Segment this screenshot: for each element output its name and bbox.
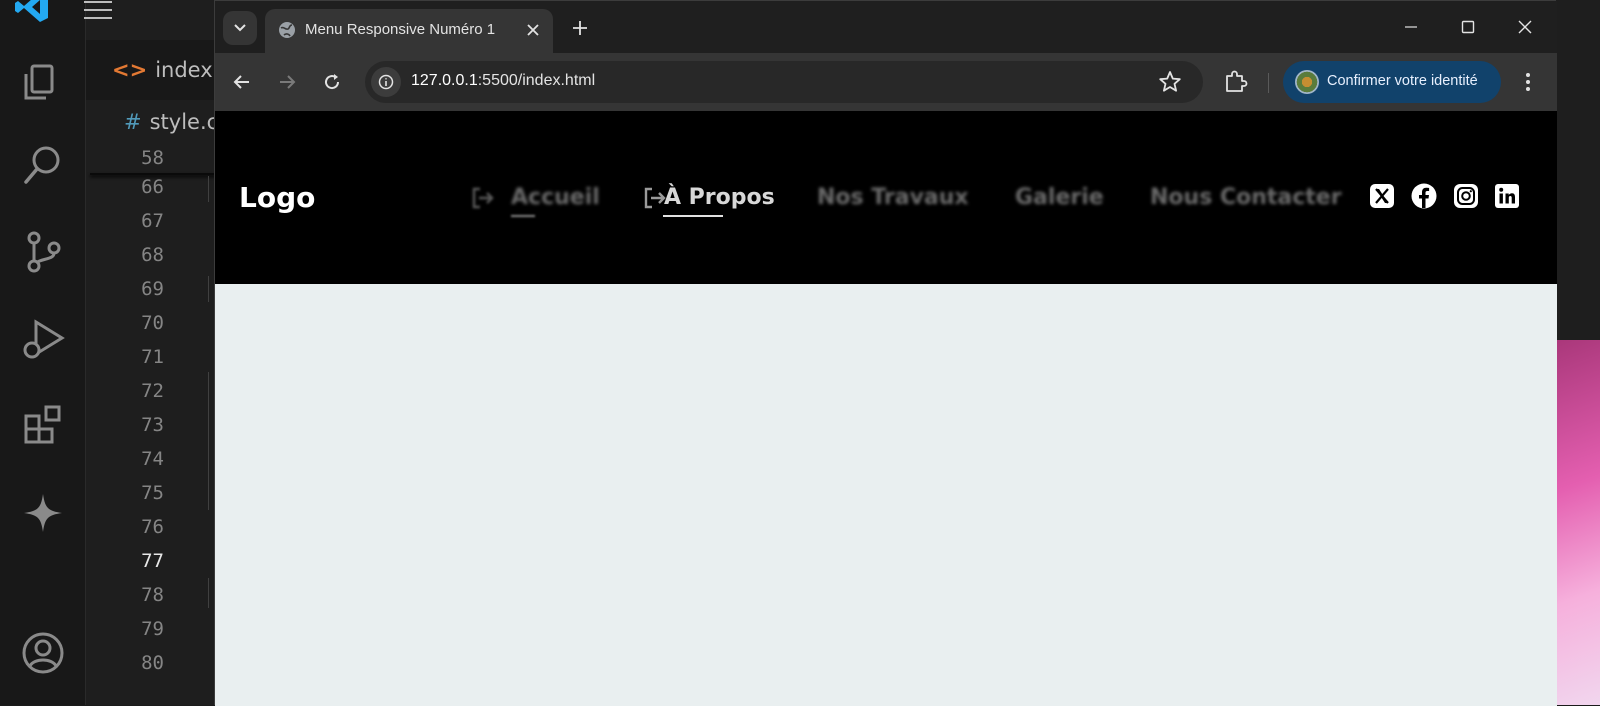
line-number: 80 bbox=[141, 652, 164, 674]
nav-link-nous-contacter[interactable]: Nous Contacter bbox=[1150, 185, 1342, 210]
info-icon bbox=[378, 74, 394, 90]
kebab-menu-icon bbox=[1526, 73, 1530, 91]
nav-link-galerie[interactable]: Galerie bbox=[1015, 185, 1104, 210]
vscode-logo-icon bbox=[15, 0, 48, 22]
nav-link-nos-travaux[interactable]: Nos Travaux bbox=[817, 185, 969, 210]
indent-guide bbox=[208, 578, 209, 608]
line-number: 70 bbox=[141, 312, 164, 334]
line-number: 79 bbox=[141, 618, 164, 640]
line-number: 68 bbox=[141, 244, 164, 266]
html-file-icon: <> bbox=[112, 58, 148, 82]
line-number: 58 bbox=[141, 147, 164, 169]
chevron-down-icon bbox=[234, 24, 246, 32]
line-number: 74 bbox=[141, 448, 164, 470]
profile-label: Confirmer votre identité bbox=[1327, 73, 1478, 89]
profile-button[interactable]: Confirmer votre identité bbox=[1283, 61, 1501, 103]
minimize-button[interactable] bbox=[1391, 9, 1431, 45]
arrow-right-icon bbox=[280, 75, 296, 89]
browser-tab-active[interactable]: Menu Responsive Numéro 1 bbox=[265, 9, 553, 55]
close-icon bbox=[527, 24, 539, 36]
indent-guide bbox=[208, 372, 209, 510]
indent-guide bbox=[208, 176, 209, 202]
bookmark-star-icon[interactable] bbox=[1157, 69, 1183, 95]
line-number: 75 bbox=[141, 482, 164, 504]
copilot-sparkle-icon[interactable] bbox=[18, 488, 68, 538]
editor-tab-label: style.c bbox=[149, 110, 219, 134]
line-number: 73 bbox=[141, 414, 164, 436]
forward-button[interactable] bbox=[270, 65, 304, 99]
back-button[interactable] bbox=[225, 65, 259, 99]
nav-link-a-propos[interactable]: À Propos bbox=[664, 185, 775, 210]
maximize-icon bbox=[1461, 20, 1475, 34]
explorer-icon[interactable] bbox=[18, 56, 68, 106]
x-twitter-icon[interactable] bbox=[1369, 183, 1395, 209]
url-text[interactable]: 127.0.0.1:5500/index.html bbox=[411, 72, 595, 90]
line-number: 69 bbox=[141, 278, 164, 300]
url-path: :5500/index.html bbox=[477, 72, 596, 89]
reload-icon bbox=[325, 74, 340, 90]
site-header: Logo Accueil À Propos Nos Travaux Galeri… bbox=[215, 111, 1557, 284]
browser-menu-button[interactable] bbox=[1513, 67, 1543, 97]
globe-icon bbox=[279, 22, 295, 38]
source-control-icon[interactable] bbox=[18, 226, 68, 276]
facebook-icon[interactable] bbox=[1411, 183, 1437, 209]
account-icon[interactable] bbox=[18, 628, 68, 678]
hamburger-menu-icon[interactable] bbox=[82, 0, 116, 20]
line-number: 71 bbox=[141, 346, 164, 368]
arrow-left-icon bbox=[233, 75, 249, 89]
line-number: 66 bbox=[141, 176, 164, 198]
site-info-button[interactable] bbox=[371, 67, 401, 97]
sticky-scroll-separator bbox=[90, 173, 216, 175]
indent-guide bbox=[208, 276, 209, 302]
plus-icon bbox=[573, 21, 587, 35]
instagram-icon[interactable] bbox=[1453, 183, 1479, 209]
login-icon bbox=[472, 187, 494, 209]
new-tab-button[interactable] bbox=[565, 13, 595, 43]
nav-link-accueil[interactable]: Accueil bbox=[511, 185, 600, 210]
linkedin-icon[interactable] bbox=[1494, 183, 1520, 209]
line-number: 72 bbox=[141, 380, 164, 402]
extensions-icon[interactable] bbox=[18, 400, 68, 450]
editor-tab-style[interactable]: # style.c bbox=[124, 110, 218, 134]
avatar bbox=[1295, 70, 1319, 94]
address-bar[interactable]: 127.0.0.1:5500/index.html bbox=[365, 61, 1203, 103]
maximize-button[interactable] bbox=[1448, 9, 1488, 45]
tab-close-button[interactable] bbox=[521, 18, 545, 42]
nav-underline-active bbox=[663, 215, 723, 217]
run-debug-icon[interactable] bbox=[18, 314, 68, 364]
line-number: 67 bbox=[141, 210, 164, 232]
nav-underline bbox=[511, 215, 535, 217]
browser-window: Menu Responsive Numéro 1 127.0.0.1:5500/… bbox=[214, 0, 1557, 706]
page-viewport: Logo Accueil À Propos Nos Travaux Galeri… bbox=[215, 111, 1557, 706]
search-icon[interactable] bbox=[18, 140, 68, 190]
reload-button[interactable] bbox=[315, 65, 349, 99]
line-number: 78 bbox=[141, 584, 164, 606]
browser-toolbar: 127.0.0.1:5500/index.html Confirmer votr… bbox=[215, 53, 1557, 111]
toolbar-separator bbox=[1268, 73, 1269, 93]
line-number-active: 77 bbox=[141, 550, 164, 572]
css-file-icon: # bbox=[124, 110, 142, 134]
tab-search-button[interactable] bbox=[223, 11, 257, 45]
activity-bar bbox=[0, 0, 86, 705]
line-number: 76 bbox=[141, 516, 164, 538]
url-host: 127.0.0.1 bbox=[411, 72, 478, 89]
close-icon bbox=[1518, 20, 1532, 34]
window-close-button[interactable] bbox=[1505, 9, 1545, 45]
tab-title: Menu Responsive Numéro 1 bbox=[305, 21, 496, 38]
tab-strip: Menu Responsive Numéro 1 bbox=[215, 1, 1557, 55]
desktop-wallpaper bbox=[1552, 340, 1600, 705]
minimize-icon bbox=[1405, 26, 1417, 28]
site-logo[interactable]: Logo bbox=[239, 181, 315, 214]
extensions-puzzle-icon[interactable] bbox=[1221, 67, 1251, 97]
